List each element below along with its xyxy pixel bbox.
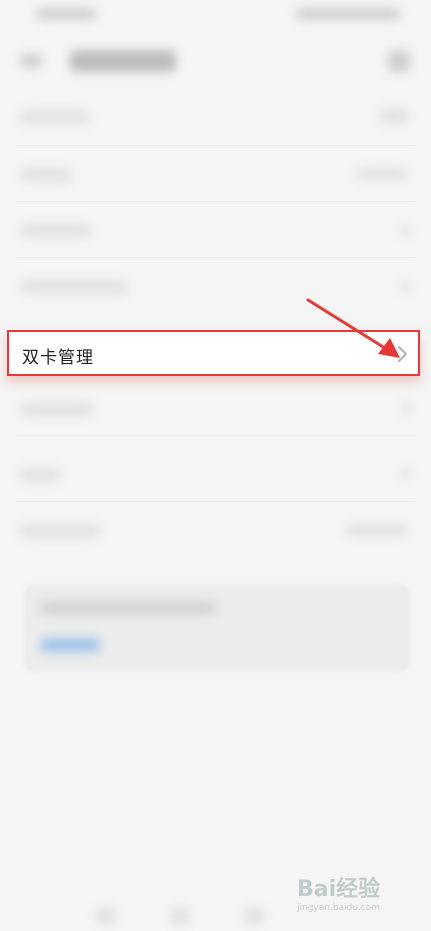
row-chevron-blur bbox=[400, 224, 410, 236]
settings-row-2[interactable] bbox=[0, 146, 431, 202]
status-time-blur bbox=[36, 8, 96, 20]
row-label-blur bbox=[20, 110, 90, 124]
page-header bbox=[0, 36, 431, 86]
row-chevron-blur bbox=[400, 402, 410, 414]
row-chevron-blur bbox=[400, 280, 410, 292]
row-toggle-blur bbox=[380, 108, 408, 124]
row-label-blur bbox=[20, 468, 60, 482]
settings-row-3[interactable] bbox=[0, 202, 431, 258]
settings-row-7[interactable] bbox=[0, 446, 431, 502]
row-label-blur bbox=[20, 168, 72, 182]
baidu-watermark: Bai经验 jingyan.baidu.com bbox=[297, 871, 407, 919]
watermark-logo: Bai经验 bbox=[297, 877, 381, 902]
row-label-blur bbox=[20, 524, 100, 538]
card-text-blur bbox=[40, 602, 216, 614]
page-title bbox=[70, 50, 176, 72]
status-icons-blur bbox=[296, 8, 400, 20]
nav-recents-icon[interactable] bbox=[96, 907, 116, 925]
settings-row-6[interactable] bbox=[0, 380, 431, 436]
settings-row-1[interactable] bbox=[0, 90, 431, 146]
card-button-blur[interactable] bbox=[40, 638, 100, 652]
watermark-url: jingyan.baidu.com bbox=[297, 903, 381, 913]
info-card bbox=[24, 584, 410, 672]
row-label-blur bbox=[20, 224, 92, 238]
settings-row-8[interactable] bbox=[0, 502, 431, 558]
row-value-blur bbox=[356, 168, 408, 180]
row-value-blur bbox=[346, 524, 408, 536]
row-label-blur bbox=[20, 280, 128, 294]
status-bar bbox=[0, 0, 431, 34]
nav-home-icon[interactable] bbox=[170, 907, 190, 925]
row-chevron-blur bbox=[400, 468, 410, 480]
back-arrow-icon[interactable] bbox=[20, 54, 42, 68]
nav-back-icon[interactable] bbox=[244, 907, 264, 925]
dual-sim-management-label: 双卡管理 bbox=[22, 348, 94, 368]
search-icon[interactable] bbox=[388, 50, 410, 72]
annotation-arrow-icon bbox=[306, 298, 400, 358]
row-label-blur bbox=[20, 402, 94, 416]
row-divider bbox=[16, 435, 415, 436]
